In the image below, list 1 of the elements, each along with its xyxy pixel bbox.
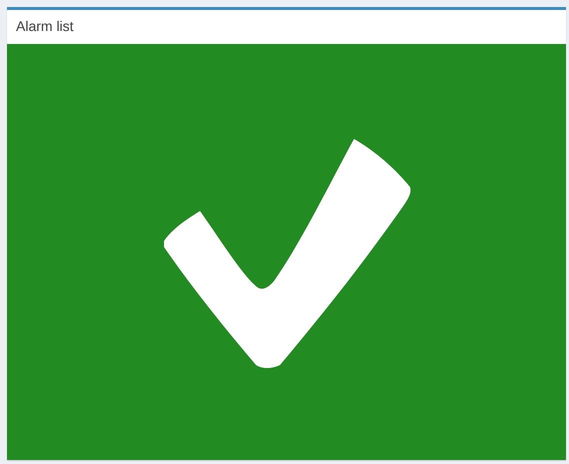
panel-title: Alarm list <box>16 17 74 36</box>
